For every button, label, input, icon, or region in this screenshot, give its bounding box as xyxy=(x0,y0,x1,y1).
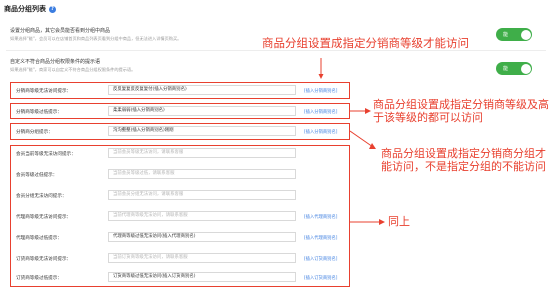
row-label: 代理商等级无法访问提示： xyxy=(16,215,72,220)
insert-distributor-alias-link[interactable]: [插入订货商别名] xyxy=(304,275,337,281)
distributor-level-deny-input[interactable]: 当前订货商等级无法访问，请联系客服 xyxy=(108,253,296,263)
member-level-deny-input[interactable]: 当前会员等级无法访问，请联系客服 xyxy=(108,148,296,158)
row-label: 代理商等级过低提示： xyxy=(16,236,62,241)
agent-level-deny-input[interactable]: 当前代理商等级无法访问，请联系客服 xyxy=(108,211,296,221)
distributor-level-low-input[interactable]: 订货商等级过低无法访问(插入订货商别名) xyxy=(108,272,296,282)
annotation-2: 商品分组设置成指定分销商等级及高 于该等级的都可以访问 xyxy=(373,98,549,124)
annotation-1-arrow xyxy=(318,58,324,79)
row-label: 会员分组无法访问提示： xyxy=(16,194,67,199)
annotation-2-arrow xyxy=(350,108,371,114)
annotation-1: 商品分组设置成指定分销商等级才能访问 xyxy=(262,36,469,50)
annotation-3-arrow xyxy=(350,130,376,149)
agent-level-low-input[interactable]: 代理商等级过低无法访问(插入代理商别名) xyxy=(108,232,296,242)
annotation-3-line1: 商品分组设置成指定分销商分组才 xyxy=(381,147,546,160)
row-label: 订货商等级无法访问提示： xyxy=(16,257,72,262)
row-label: 分销商等级无法访问提示： xyxy=(16,89,72,94)
section2-toggle-label: 能 xyxy=(503,66,509,72)
section1-desc: 如果选择"能"，会员可以在店铺首页和商品列表页看到分组中商品，但无法进入详情页购… xyxy=(10,36,182,41)
row-label: 订货商等级过低提示： xyxy=(16,276,62,281)
page-title-text: 商品分组列表 xyxy=(4,5,46,13)
insert-distributor-alias-link[interactable]: [插入订货商别名] xyxy=(304,256,337,262)
help-icon[interactable]: ? xyxy=(49,5,56,13)
insert-agent-alias-link[interactable]: [插入代理商别名] xyxy=(304,214,337,220)
annotation-4-arrow xyxy=(350,219,385,225)
dealer-group-input[interactable]: 沟沟壑壑(插入分销商别名)刚刚 xyxy=(108,126,296,136)
insert-agent-alias-link[interactable]: [插入代理商别名] xyxy=(304,235,337,241)
toggle-knob xyxy=(520,63,531,74)
annotation-4: 同上 xyxy=(388,215,410,228)
insert-dealer-alias-link[interactable]: [插入分销商别名] xyxy=(304,88,337,94)
row-label: 会员等级过低提示： xyxy=(16,173,58,178)
member-level-low-input[interactable]: 当前会员等级过低，请联系客服 xyxy=(108,169,296,179)
member-group-deny-input[interactable]: 当前会员分组无法访问，请联系客服 xyxy=(108,190,296,200)
section2-title: 自定义不符合商品分组权限条件的提示语 xyxy=(10,59,101,65)
insert-dealer-alias-link[interactable]: [插入分销商别名] xyxy=(304,109,337,115)
section1-toggle-label: 能 xyxy=(503,32,509,38)
annotation-2-line1: 商品分组设置成指定分销商等级及高 xyxy=(373,98,549,111)
row-label: 分销商分组提示： xyxy=(16,130,53,135)
section1-toggle[interactable]: 能 xyxy=(496,28,532,41)
section2-desc: 如果选择"能"，商家可以自定义不符合商品分组权限条件的提示语。 xyxy=(10,67,136,72)
toggle-knob xyxy=(520,29,531,40)
section1-title: 设置分组商品，其它会员能否看到分组中商品 xyxy=(10,28,111,34)
row-label: 分销商等级过低提示： xyxy=(16,110,62,115)
page-title: 商品分组列表 ? xyxy=(4,4,56,14)
dealer-level-low-input[interactable]: 柔柔弱弱(插入分销商别名) xyxy=(108,106,296,116)
section2-toggle[interactable]: 能 xyxy=(496,62,532,75)
dealer-level-deny-input[interactable]: 反反复复反反复复付(插入分销商别名) xyxy=(108,85,296,95)
annotation-2-line2: 于该等级的都可以访问 xyxy=(373,111,483,124)
annotation-3-line2: 能访问，不是指定分组的不能访问 xyxy=(381,160,546,173)
annotation-3: 商品分组设置成指定分销商分组才 能访问，不是指定分组的不能访问 xyxy=(381,147,546,173)
row-label: 会员当前等级无法访问提示： xyxy=(16,152,76,157)
insert-dealer-alias-link[interactable]: [插入分销商别名] xyxy=(304,129,337,135)
